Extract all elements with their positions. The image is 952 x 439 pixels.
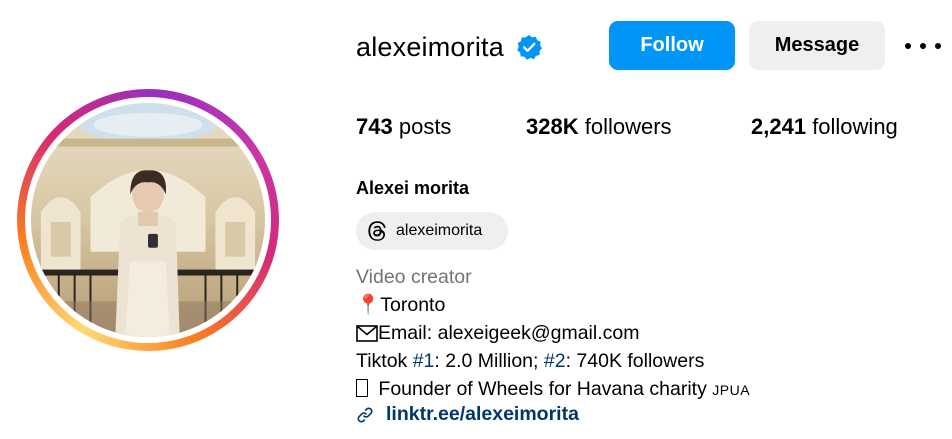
bio-link-row: linktr.ee/alexeimorita xyxy=(356,403,579,426)
username-row: alexeimorita xyxy=(356,22,542,72)
posts-count: 743 xyxy=(356,114,393,139)
link-icon xyxy=(357,406,373,423)
bio-email: Email: alexeigeek@gmail.com xyxy=(378,322,640,344)
following-stat[interactable]: 2,241 following xyxy=(751,114,898,140)
dot xyxy=(935,43,941,49)
message-button[interactable]: Message xyxy=(749,21,885,70)
tiktok-suffix: : 740K followers xyxy=(565,350,705,372)
follow-button[interactable]: Follow xyxy=(609,21,735,70)
founder-text: Founder of Wheels for Havana charity xyxy=(373,378,707,400)
avatar-gap xyxy=(25,97,271,343)
bio-tiktok-line: Tiktok #1: 2.0 Million; #2: 740K followe… xyxy=(356,347,704,375)
following-label: following xyxy=(812,114,898,139)
more-options-icon[interactable] xyxy=(902,32,944,60)
founder-suffix: JPUA xyxy=(712,382,751,398)
profile-full-name: Alexei morita xyxy=(356,178,470,198)
bio-external-link[interactable]: linktr.ee/alexeimorita xyxy=(386,403,579,426)
bio-founder-line: Founder of Wheels for Havana charity JPU… xyxy=(356,375,750,404)
profile-avatar[interactable] xyxy=(31,103,265,337)
tiktok-mid: : 2.0 Million; xyxy=(434,350,544,372)
followers-count: 328K xyxy=(526,114,579,139)
story-ring[interactable] xyxy=(17,89,279,351)
bio-email-line: Email: alexeigeek@gmail.com xyxy=(356,319,639,347)
verified-badge-icon xyxy=(516,34,542,60)
threads-icon xyxy=(368,221,386,241)
dot xyxy=(905,43,911,49)
profile-username: alexeimorita xyxy=(356,31,504,62)
bio-location-line: 📍Toronto xyxy=(356,291,445,319)
followers-label: followers xyxy=(584,114,672,139)
posts-stat: 743 posts xyxy=(356,114,451,140)
threads-handle: alexeimorita xyxy=(396,222,483,239)
followers-stat[interactable]: 328K followers xyxy=(526,114,672,140)
threads-badge[interactable]: alexeimorita xyxy=(356,212,508,250)
hashtag-link-2[interactable]: #2 xyxy=(544,350,566,372)
dot xyxy=(920,43,926,49)
missing-glyph-icon xyxy=(356,379,368,397)
pin-icon: 📍 xyxy=(356,294,381,316)
posts-label: posts xyxy=(398,114,452,139)
following-count: 2,241 xyxy=(751,114,807,139)
hashtag-link-1[interactable]: #1 xyxy=(413,350,435,372)
bio-category: Video creator xyxy=(356,266,472,288)
bio-location: Toronto xyxy=(380,294,446,316)
envelope-icon xyxy=(356,325,378,342)
tiktok-prefix: Tiktok xyxy=(356,350,413,372)
avatar-photo xyxy=(31,103,265,337)
